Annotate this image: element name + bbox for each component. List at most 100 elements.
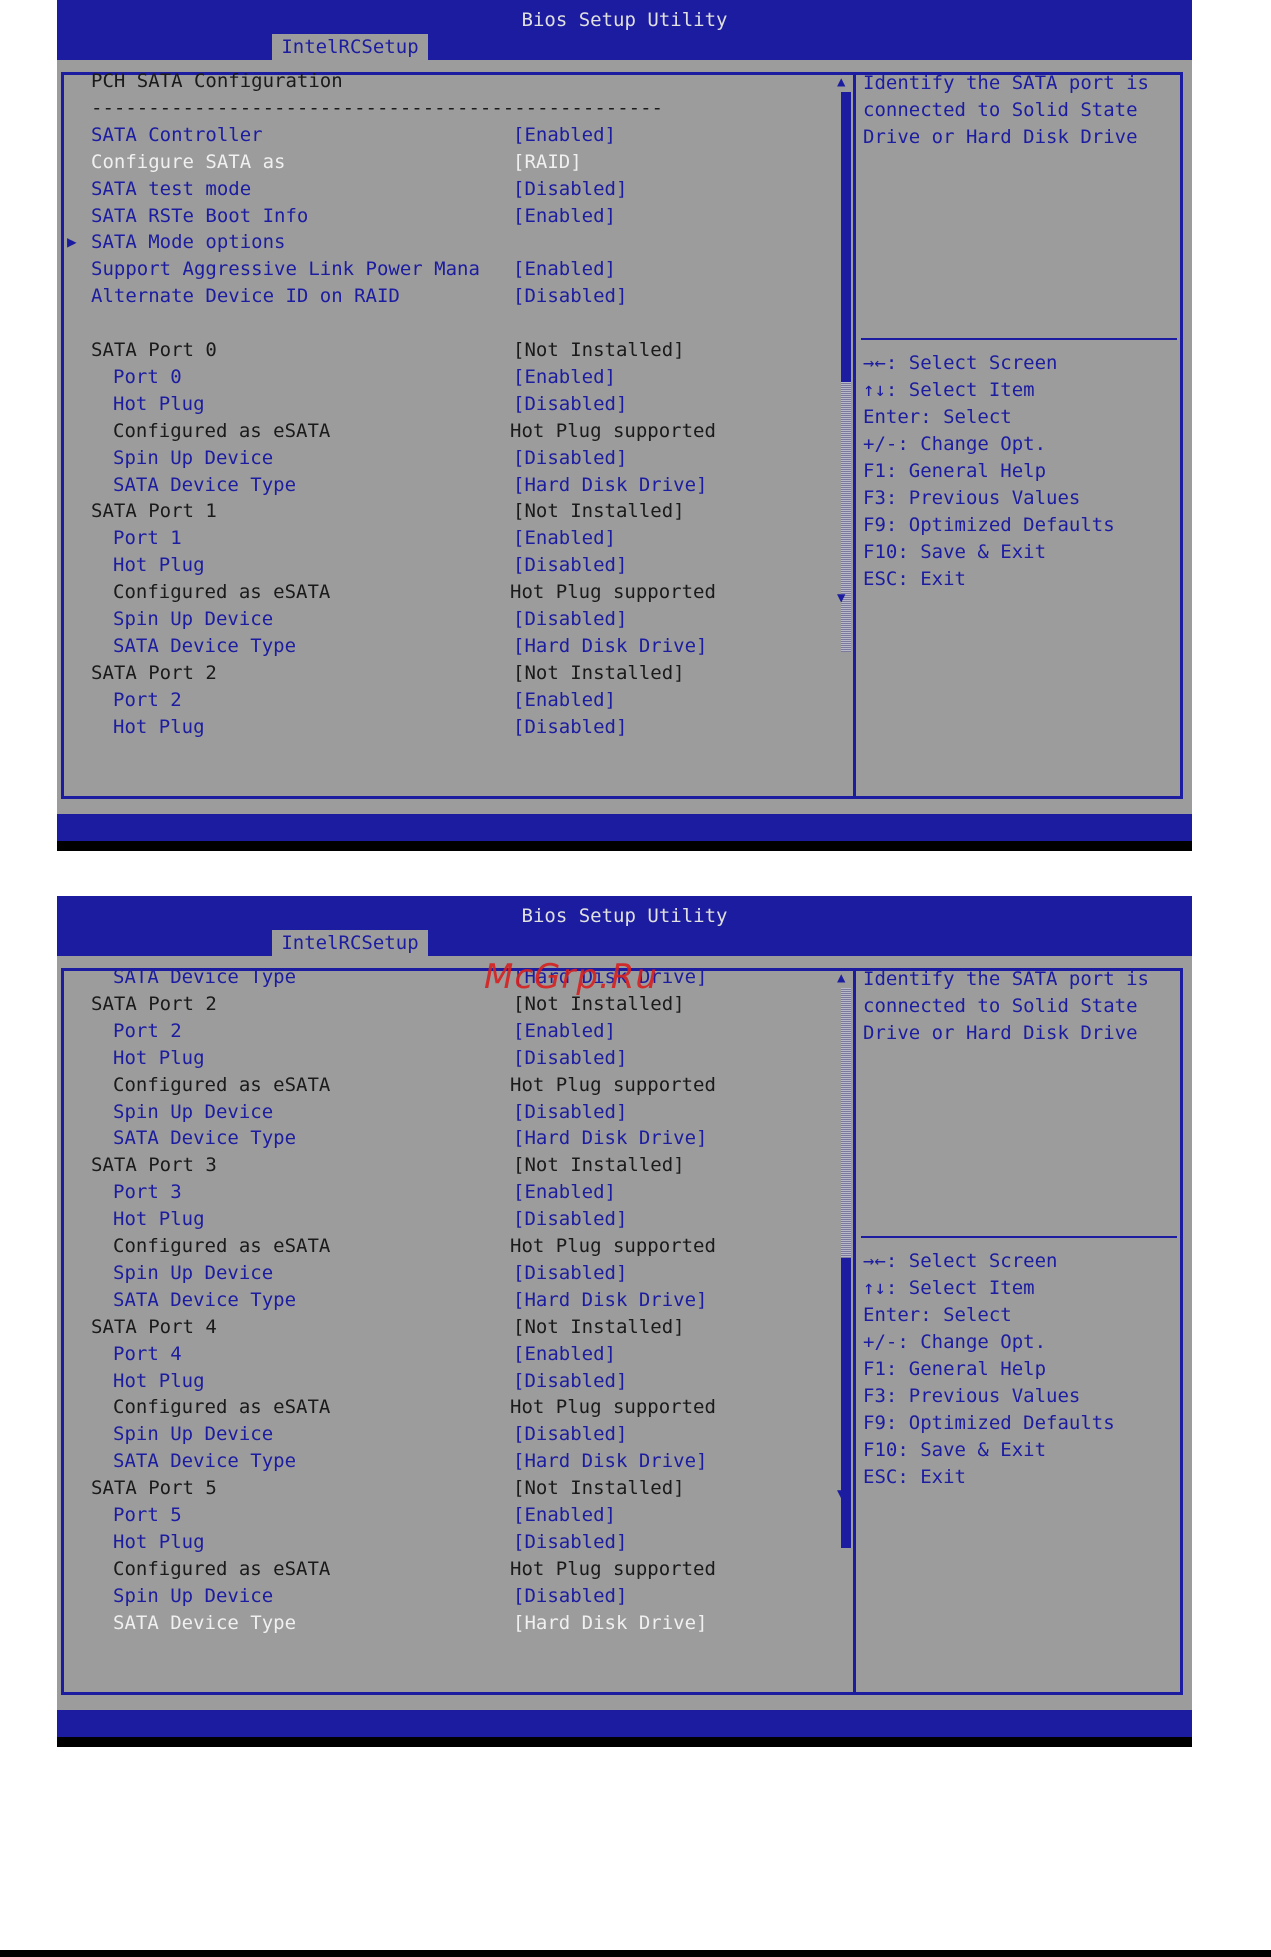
- key-hint: →←: Select Screen: [863, 1250, 1058, 1272]
- setting-row[interactable]: Support Aggressive Link Power Mana [Enabl…: [57, 257, 837, 281]
- setting-value[interactable]: [Disabled]: [513, 1046, 627, 1070]
- setting-row[interactable]: SATA Device Type [Hard Disk Drive]: [57, 634, 837, 658]
- setting-row[interactable]: ▶ SATA Mode options: [57, 230, 837, 254]
- setting-value[interactable]: [Enabled]: [513, 688, 616, 712]
- setting-row[interactable]: Spin Up Device [Disabled]: [57, 1100, 837, 1124]
- setting-label: Configured as eSATA: [113, 1073, 331, 1096]
- setting-value[interactable]: [Disabled]: [513, 446, 627, 470]
- setting-value[interactable]: [Not Installed]: [513, 338, 685, 362]
- setting-value[interactable]: [Not Installed]: [513, 1153, 685, 1177]
- setting-row[interactable]: Port 4 [Enabled]: [57, 1342, 837, 1366]
- tab-intelrcsetup[interactable]: IntelRCSetup: [272, 34, 428, 60]
- setting-value[interactable]: [Hard Disk Drive]: [513, 473, 707, 497]
- setting-row[interactable]: Port 5 [Enabled]: [57, 1503, 837, 1527]
- setting-value[interactable]: [Enabled]: [513, 526, 616, 550]
- setting-row[interactable]: SATA Device Type [Hard Disk Drive]: [57, 1126, 837, 1150]
- setting-value[interactable]: [Hard Disk Drive]: [513, 1449, 707, 1473]
- setting-value[interactable]: [Disabled]: [513, 607, 627, 631]
- setting-row[interactable]: Port 2 [Enabled]: [57, 688, 837, 712]
- setting-value[interactable]: [Enabled]: [513, 1019, 616, 1043]
- setting-row[interactable]: Spin Up Device [Disabled]: [57, 1261, 837, 1285]
- setting-row[interactable]: SATA Device Type [Hard Disk Drive]: [57, 1288, 837, 1312]
- setting-label: Spin Up Device: [113, 1423, 274, 1446]
- setting-row[interactable]: Spin Up Device [Disabled]: [57, 607, 837, 631]
- status-bar: [57, 1710, 1192, 1747]
- title-bar: Bios Setup Utility IntelRCSetup: [57, 896, 1192, 956]
- setting-row[interactable]: Spin Up Device [Disabled]: [57, 1422, 837, 1446]
- setting-row[interactable]: Configure SATA as [RAID]: [57, 150, 837, 174]
- setting-value[interactable]: [Disabled]: [513, 177, 627, 201]
- scroll-up-icon[interactable]: ▲: [837, 74, 845, 90]
- setting-value[interactable]: [Not Installed]: [513, 1476, 685, 1500]
- setting-value[interactable]: [Not Installed]: [513, 661, 685, 685]
- setting-row[interactable]: SATA Device Type [Hard Disk Drive]: [57, 473, 837, 497]
- setting-value[interactable]: [Disabled]: [513, 1207, 627, 1231]
- key-hint: F1: General Help: [863, 460, 1047, 482]
- setting-row[interactable]: Spin Up Device [Disabled]: [57, 446, 837, 470]
- setting-label: Port 3: [113, 1181, 182, 1204]
- setting-label: SATA Controller: [91, 123, 263, 146]
- setting-row[interactable]: Port 3 [Enabled]: [57, 1180, 837, 1204]
- setting-value[interactable]: [Disabled]: [513, 284, 627, 308]
- scrollbar-thumb[interactable]: [841, 92, 851, 382]
- setting-value[interactable]: [Disabled]: [513, 1261, 627, 1285]
- setting-row: Configured as eSATA Hot Plug supported: [57, 1395, 837, 1419]
- setting-row: [57, 311, 837, 335]
- key-hint: Enter: Select: [863, 1304, 1012, 1326]
- setting-row[interactable]: Hot Plug [Disabled]: [57, 715, 837, 739]
- setting-row[interactable]: Port 1 [Enabled]: [57, 526, 837, 550]
- setting-value[interactable]: [Enabled]: [513, 1180, 616, 1204]
- setting-row[interactable]: Port 2 [Enabled]: [57, 1019, 837, 1043]
- setting-row[interactable]: Hot Plug [Disabled]: [57, 392, 837, 416]
- setting-label: Port 0: [113, 365, 182, 388]
- setting-row[interactable]: SATA Device Type [Hard Disk Drive]: [57, 1449, 837, 1473]
- setting-row[interactable]: Hot Plug [Disabled]: [57, 1046, 837, 1070]
- tab-intelrcsetup[interactable]: IntelRCSetup: [272, 930, 428, 956]
- setting-row[interactable]: Spin Up Device [Disabled]: [57, 1584, 837, 1608]
- setting-row[interactable]: SATA Device Type [Hard Disk Drive]: [57, 965, 837, 989]
- setting-row[interactable]: SATA RSTe Boot Info [Enabled]: [57, 204, 837, 228]
- setting-row[interactable]: Hot Plug [Disabled]: [57, 1530, 837, 1554]
- setting-value[interactable]: [Enabled]: [513, 365, 616, 389]
- setting-row[interactable]: SATA Device Type [Hard Disk Drive]: [57, 1611, 837, 1635]
- setting-value[interactable]: [Hard Disk Drive]: [513, 1126, 707, 1150]
- setting-value[interactable]: [Disabled]: [513, 715, 627, 739]
- setting-value[interactable]: [Disabled]: [513, 392, 627, 416]
- scroll-up-icon[interactable]: ▲: [837, 970, 845, 986]
- setting-value[interactable]: [Hard Disk Drive]: [513, 1288, 707, 1312]
- setting-value[interactable]: [Hard Disk Drive]: [513, 1611, 707, 1635]
- setting-value[interactable]: [Not Installed]: [513, 1315, 685, 1339]
- setting-value[interactable]: [Disabled]: [513, 1369, 627, 1393]
- setting-label: Spin Up Device: [113, 1584, 274, 1607]
- setting-value[interactable]: [Hard Disk Drive]: [513, 634, 707, 658]
- setting-label: Spin Up Device: [113, 446, 274, 469]
- setting-value[interactable]: [RAID]: [513, 150, 582, 174]
- setting-value[interactable]: [Enabled]: [513, 1503, 616, 1527]
- setting-row[interactable]: Port 0 [Enabled]: [57, 365, 837, 389]
- setting-value[interactable]: [Enabled]: [513, 257, 616, 281]
- setting-value[interactable]: [Disabled]: [513, 553, 627, 577]
- setting-value[interactable]: [Not Installed]: [513, 499, 685, 523]
- setting-label: Support Aggressive Link Power Mana: [91, 258, 480, 281]
- setting-label: Port 4: [113, 1342, 182, 1365]
- setting-row[interactable]: Hot Plug [Disabled]: [57, 1369, 837, 1393]
- scroll-down-icon[interactable]: ▼: [837, 590, 845, 606]
- scrollbar-thumb[interactable]: [841, 1258, 851, 1548]
- setting-row[interactable]: Hot Plug [Disabled]: [57, 553, 837, 577]
- setting-row[interactable]: SATA test mode [Disabled]: [57, 177, 837, 201]
- triangle-right-icon: ▶: [67, 232, 77, 252]
- setting-value[interactable]: [Disabled]: [513, 1530, 627, 1554]
- setting-value[interactable]: [Disabled]: [513, 1100, 627, 1124]
- help-divider: [861, 338, 1177, 340]
- setting-row[interactable]: SATA Controller [Enabled]: [57, 123, 837, 147]
- setting-value[interactable]: [Enabled]: [513, 1342, 616, 1366]
- setting-row[interactable]: Hot Plug [Disabled]: [57, 1207, 837, 1231]
- key-hint: ↑↓: Select Item: [863, 1277, 1035, 1299]
- setting-value[interactable]: [Enabled]: [513, 123, 616, 147]
- scroll-down-icon[interactable]: ▼: [837, 1486, 845, 1502]
- setting-row[interactable]: Alternate Device ID on RAID [Disabled]: [57, 284, 837, 308]
- setting-value[interactable]: [Disabled]: [513, 1584, 627, 1608]
- setting-value[interactable]: [Enabled]: [513, 204, 616, 228]
- setting-value[interactable]: [Disabled]: [513, 1422, 627, 1446]
- key-hint: F10: Save & Exit: [863, 541, 1047, 563]
